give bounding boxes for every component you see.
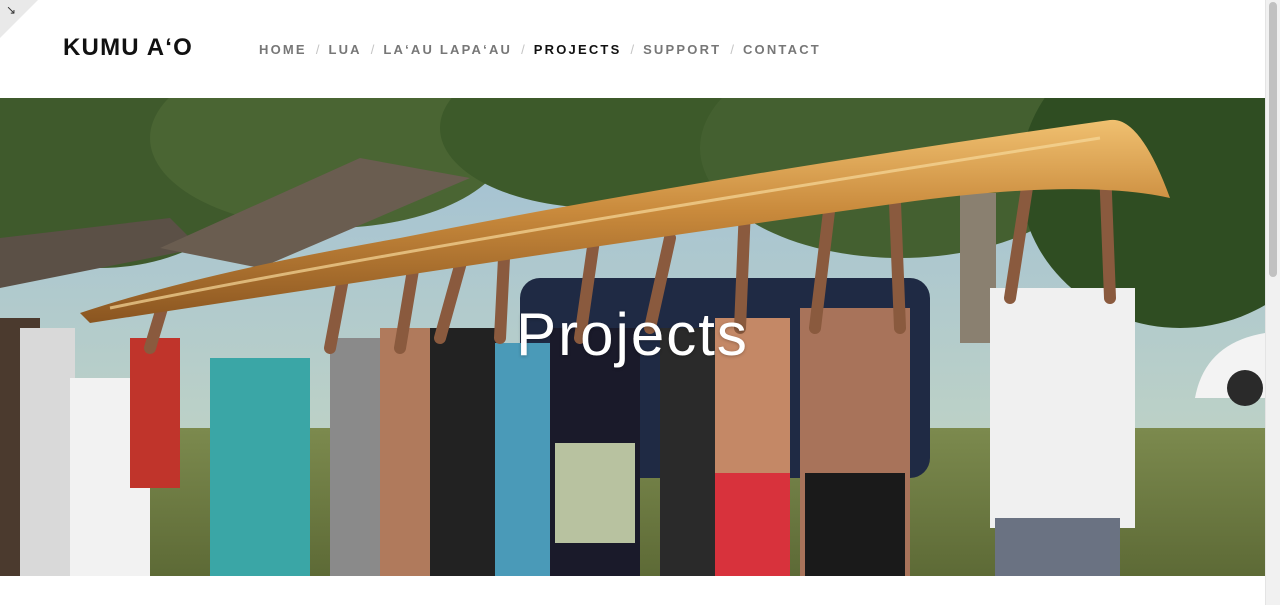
page: ↘ KUMU A‘O HOME / LUA / LA‘AU LAPA‘AU / … xyxy=(0,0,1265,605)
nav-item-laau-lapaau[interactable]: LA‘AU LAPA‘AU xyxy=(383,42,512,57)
nav-separator: / xyxy=(315,42,320,57)
nav-separator: / xyxy=(730,42,734,57)
nav-separator: / xyxy=(630,42,635,57)
nav-item-lua[interactable]: LUA xyxy=(328,42,361,57)
nav-item-contact[interactable]: CONTACT xyxy=(743,42,821,57)
nav-separator: / xyxy=(370,42,375,57)
main-nav: HOME / LUA / LA‘AU LAPA‘AU / PROJECTS / … xyxy=(259,42,821,57)
page-scrollbar[interactable] xyxy=(1265,0,1280,605)
nav-item-projects[interactable]: PROJECTS xyxy=(534,42,622,57)
hero-title: Projects xyxy=(516,301,749,368)
nav-item-support[interactable]: SUPPORT xyxy=(643,42,721,57)
scrollbar-thumb[interactable] xyxy=(1269,2,1277,277)
resize-arrow-icon[interactable]: ↘ xyxy=(6,4,16,16)
nav-separator: / xyxy=(521,42,525,57)
nav-item-home[interactable]: HOME xyxy=(259,42,307,57)
site-logo[interactable]: KUMU A‘O xyxy=(63,34,193,62)
hero-banner: Projects xyxy=(0,98,1265,576)
